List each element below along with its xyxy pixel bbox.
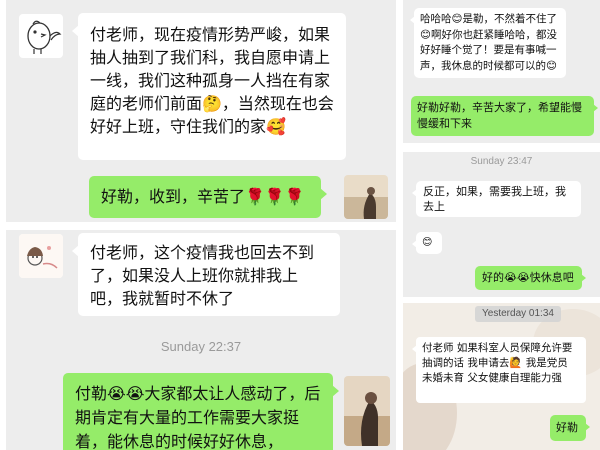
chat-panel-2: 付老师，这个疫情我也回去不到了，如果没人上班你就排我上吧，我就暂时不休了 Sun… [6, 230, 396, 450]
chat-panel-1: 付老师，现在疫情形势严峻，如果抽人抽到了我们科，我自愿申请上一线，我们这种孤身一… [6, 0, 396, 222]
message-bubble-outgoing[interactable]: 好的😭😭快休息吧 [475, 266, 586, 290]
message-bubble-incoming[interactable]: 哈哈哈😊是勒，不然着不住了😊啊好你也赶紧睡哈哈，都没好好睡个觉了！要是有事喊一声… [410, 8, 566, 78]
timestamp: Yesterday 01:34 [475, 306, 561, 322]
timestamp: Sunday 23:47 [470, 156, 533, 167]
contact-avatar[interactable] [19, 14, 63, 58]
message-bubble-incoming[interactable]: 反正，如果，需要我上班，我去上 [412, 181, 581, 217]
chat-panel-5: Yesterday 01:34 付老师 如果科室人员保障允许要抽调的话 我申请去… [403, 303, 600, 450]
user-avatar[interactable] [344, 376, 390, 446]
message-bubble-incoming[interactable]: 付老师 如果科室人员保障允许要抽调的话 我申请去🙋 我是党员 未婚未育 父女健康… [412, 337, 586, 403]
contact-avatar[interactable] [19, 234, 63, 278]
chat-panel-4: Sunday 23:47 反正，如果，需要我上班，我去上 😊 好的😭😭快休息吧 [403, 152, 600, 297]
user-avatar[interactable] [344, 175, 388, 219]
timestamp: Sunday 22:37 [160, 339, 242, 354]
cartoon-girl-icon [19, 234, 63, 278]
user-photo-icon [344, 175, 388, 219]
message-bubble-incoming[interactable]: 付老师，这个疫情我也回去不到了，如果没人上班你就排我上吧，我就暂时不休了 [72, 233, 340, 316]
message-bubble-outgoing[interactable]: 好勒，收到，辛苦了🌹🌹🌹 [89, 176, 327, 218]
message-bubble-outgoing[interactable]: 好勒 [550, 415, 590, 441]
message-bubble-outgoing[interactable]: 付勒😭😭大家都太让人感动了，后期肯定有大量的工作需要大家挺着，能休息的时候好好休… [63, 373, 339, 450]
chat-panel-3: 哈哈哈😊是勒，不然着不住了😊啊好你也赶紧睡哈哈，都没好好睡个觉了！要是有事喊一声… [403, 0, 600, 143]
message-bubble-incoming[interactable]: 😊 [412, 232, 442, 254]
message-bubble-incoming[interactable]: 付老师，现在疫情形势严峻，如果抽人抽到了我们科，我自愿申请上一线，我们这种孤身一… [72, 13, 346, 160]
cartoon-bird-icon [27, 20, 62, 54]
user-photo-icon [344, 376, 390, 446]
message-bubble-outgoing[interactable]: 好勒好勒，辛苦大家了，希望能慢慢缓和下来 [411, 96, 598, 136]
